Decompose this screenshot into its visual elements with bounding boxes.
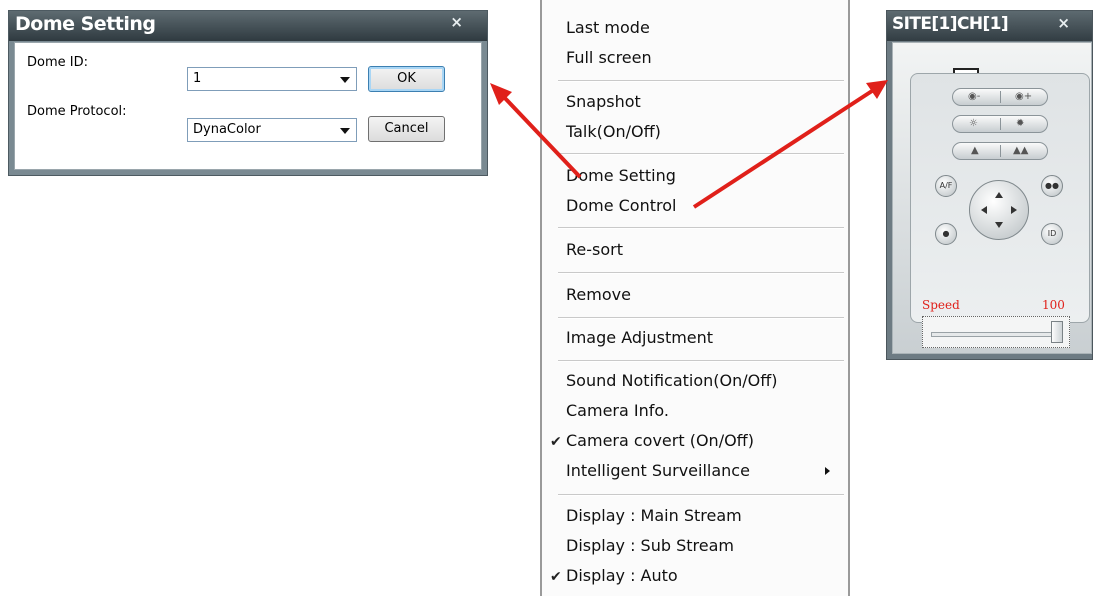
zoom-in-icon[interactable]: ▲▲: [1013, 143, 1028, 159]
menu-separator: [558, 317, 844, 319]
brightness-up-icon[interactable]: ✹: [1016, 116, 1024, 132]
menu-separator: [558, 80, 844, 82]
checkmark-icon: ✔: [550, 569, 562, 585]
menu-separator: [558, 360, 844, 362]
menu-item-remove[interactable]: Remove: [566, 285, 631, 304]
cancel-button[interactable]: Cancel: [368, 116, 445, 142]
dialog-title-bar[interactable]: Dome Setting ×: [9, 11, 487, 41]
menu-separator: [558, 494, 844, 496]
context-menu: Last mode Full screen Snapshot Talk(On/O…: [540, 0, 850, 596]
menu-separator: [558, 153, 844, 155]
ok-button[interactable]: OK: [368, 66, 445, 92]
zoom-out-icon[interactable]: ▲: [971, 143, 979, 159]
speed-value: 100: [1042, 298, 1065, 312]
panel-title: SITE[1]CH[1]: [892, 14, 1009, 34]
slider-thumb[interactable]: [1051, 321, 1063, 343]
menu-item-camera-covert[interactable]: Camera covert (On/Off): [566, 431, 754, 450]
menu-item-intelligent-surveillance[interactable]: Intelligent Surveillance: [566, 461, 750, 480]
menu-item-display-main-stream[interactable]: Display : Main Stream: [566, 506, 742, 525]
brightness-pill-button[interactable]: ☼ ✹: [952, 115, 1048, 133]
slider-track: [931, 332, 1053, 337]
menu-item-talk[interactable]: Talk(On/Off): [566, 122, 661, 141]
dialog-title: Dome Setting: [15, 13, 156, 35]
dome-id-label: Dome ID:: [27, 55, 88, 70]
menu-separator: [558, 272, 844, 274]
dome-protocol-value: DynaColor: [193, 122, 261, 137]
menu-item-snapshot[interactable]: Snapshot: [566, 92, 641, 111]
menu-item-sound-notification[interactable]: Sound Notification(On/Off): [566, 371, 778, 390]
menu-item-dome-setting[interactable]: Dome Setting: [566, 166, 676, 185]
ptz-control-area: ◉- ◉+ ☼ ✹ ▲ ▲▲ A/F ●● ● ID: [910, 73, 1090, 323]
id-button[interactable]: ID: [1041, 223, 1063, 245]
dome-control-panel: SITE[1]CH[1] × ◉- ◉+ ☼ ✹ ▲ ▲▲ A/F ●● ● I…: [886, 10, 1093, 360]
iris-pill-button[interactable]: ◉- ◉+: [952, 88, 1048, 106]
menu-item-last-mode[interactable]: Last mode: [566, 18, 650, 37]
record-button[interactable]: ●: [935, 223, 957, 245]
chevron-down-icon: [340, 128, 350, 134]
menu-item-display-auto[interactable]: Display : Auto: [566, 566, 678, 585]
arrow-head-icon: [490, 83, 512, 105]
dialog-body: Dome ID: 1 OK Dome Protocol: DynaColor C…: [14, 42, 482, 170]
chevron-down-icon: [340, 77, 350, 83]
checkmark-icon: ✔: [550, 434, 562, 450]
close-icon[interactable]: ×: [1057, 14, 1070, 32]
zoom-pill-button[interactable]: ▲ ▲▲: [952, 142, 1048, 160]
arrow-head-icon: [866, 80, 888, 99]
brightness-down-icon[interactable]: ☼: [969, 116, 978, 132]
iris-close-icon[interactable]: ◉-: [968, 89, 980, 105]
menu-item-display-sub-stream[interactable]: Display : Sub Stream: [566, 536, 734, 555]
iris-open-icon[interactable]: ◉+: [1015, 89, 1032, 105]
speed-slider[interactable]: [922, 316, 1070, 348]
submenu-arrow-icon: [825, 467, 830, 475]
close-icon[interactable]: ×: [450, 13, 463, 31]
menu-item-image-adjustment[interactable]: Image Adjustment: [566, 328, 713, 347]
dome-protocol-label: Dome Protocol:: [27, 104, 127, 119]
dome-protocol-select[interactable]: DynaColor: [187, 118, 357, 142]
preset-button[interactable]: ●●: [1041, 175, 1063, 197]
menu-item-re-sort[interactable]: Re-sort: [566, 240, 623, 259]
af-button[interactable]: A/F: [935, 175, 957, 197]
dome-setting-dialog: Dome Setting × Dome ID: 1 OK Dome Protoc…: [8, 10, 488, 176]
menu-separator: [558, 227, 844, 229]
menu-item-dome-control[interactable]: Dome Control: [566, 196, 676, 215]
dome-id-select[interactable]: 1: [187, 67, 357, 91]
menu-item-camera-info[interactable]: Camera Info.: [566, 401, 669, 420]
speed-label: Speed: [922, 298, 960, 312]
direction-arrows-icon: [981, 192, 1017, 228]
direction-pad[interactable]: [969, 180, 1029, 240]
dome-id-value: 1: [193, 71, 202, 86]
menu-item-full-screen[interactable]: Full screen: [566, 48, 652, 67]
panel-title-bar[interactable]: SITE[1]CH[1] ×: [887, 11, 1092, 41]
